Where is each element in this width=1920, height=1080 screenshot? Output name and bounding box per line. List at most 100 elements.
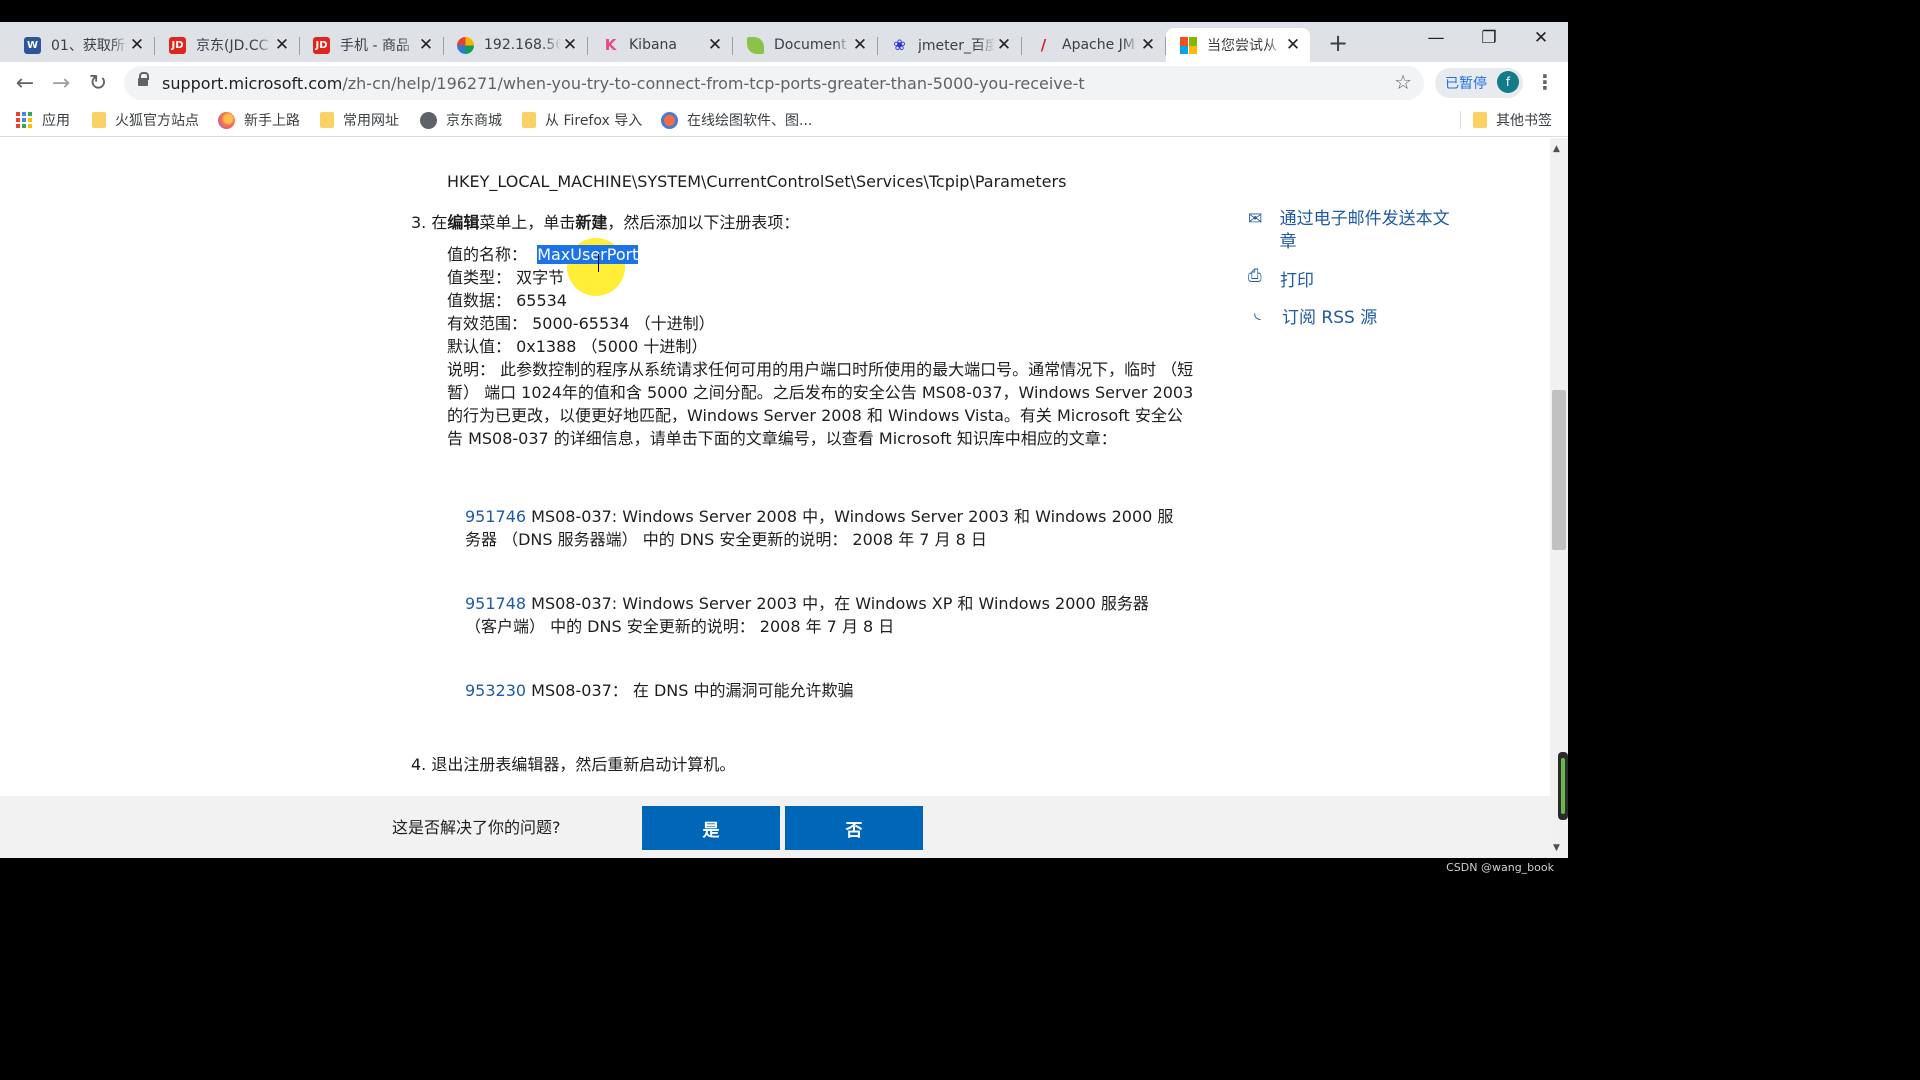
reload-icon: ↻ — [88, 70, 108, 96]
more-menu-icon[interactable]: ⋮ — [1535, 70, 1555, 94]
close-tab-icon[interactable]: ✕ — [1284, 35, 1302, 55]
word-icon: W — [24, 36, 41, 54]
bookmark-firefox-site[interactable]: 火狐官方站点 — [92, 110, 199, 130]
avatar: f — [1497, 71, 1519, 93]
tab-6[interactable]: Document ✕ — [733, 28, 878, 62]
profile-paused-button[interactable]: 已暂停 f — [1435, 68, 1523, 98]
tab-title: Document — [774, 37, 847, 53]
default-value-line: 默认值： 0x1388 （5000 十进制） — [447, 337, 708, 356]
email-article-link[interactable]: ✉ 通过电子邮件发送本文章 — [1248, 208, 1463, 254]
close-tab-icon[interactable]: ✕ — [851, 35, 869, 55]
step3-text: ，然后添加以下注册表项： — [607, 213, 800, 232]
selected-value-name[interactable]: MaxUserPort — [537, 245, 639, 264]
tab-3[interactable]: JD 手机 - 商品 ✕ — [299, 28, 444, 62]
tab-4[interactable]: 192.168.56 ✕ — [443, 28, 588, 62]
valid-range-line: 有效范围： 5000-65534 （十进制） — [447, 314, 715, 333]
bookmark-online-drawing[interactable]: 在线绘图软件、图... — [661, 110, 812, 130]
scroll-up-arrow-icon[interactable]: ▲ — [1553, 144, 1560, 154]
minimize-button[interactable]: — — [1421, 28, 1451, 48]
tab-1[interactable]: W 01、获取所 ✕ — [10, 28, 155, 62]
bookmark-getting-started[interactable]: 新手上路 — [218, 110, 300, 130]
address-bar[interactable]: support.microsoft.com/zh-cn/help/196271/… — [124, 66, 1424, 100]
kb-reference: 953230 MS08-037： 在 DNS 中的漏洞可能允许欺骗 — [465, 679, 1185, 702]
bookmark-star-icon[interactable]: ☆ — [1394, 70, 1412, 94]
kb-title: MS08-037: Windows Server 2008 中，Windows … — [465, 507, 1174, 549]
close-tab-icon[interactable]: ✕ — [273, 35, 291, 55]
leaf-icon — [747, 36, 764, 54]
tab-7[interactable]: ❀ jmeter_百度 ✕ — [877, 28, 1022, 62]
recording-border-top — [0, 0, 1568, 22]
back-button[interactable]: ← — [10, 68, 40, 98]
side-widget — [1558, 752, 1568, 820]
url-text[interactable]: support.microsoft.com/zh-cn/help/196271/… — [162, 74, 1085, 93]
watermark: CSDN @wang_book — [1446, 861, 1554, 874]
reload-button[interactable]: ↻ — [83, 68, 113, 98]
no-button[interactable]: 否 — [785, 806, 923, 850]
bookmark-label: 从 Firefox 导入 — [545, 113, 643, 129]
bookmark-firefox-import[interactable]: 从 Firefox 导入 — [522, 110, 642, 130]
bookmark-common-sites[interactable]: 常用网址 — [320, 110, 399, 130]
print-link[interactable]: ⎙ 打印 — [1248, 266, 1314, 291]
tab-9[interactable]: 当您尝试从 ✕ — [1166, 28, 1310, 62]
step-4: 4. 退出注册表编辑器，然后重新启动计算机。 — [411, 755, 736, 774]
yes-button[interactable]: 是 — [642, 806, 780, 850]
bookmark-label: 火狐官方站点 — [115, 113, 199, 129]
step3-text: 3. 在 — [411, 213, 448, 232]
restore-button[interactable]: ❐ — [1474, 28, 1504, 48]
kb-title: MS08-037： 在 DNS 中的漏洞可能允许欺骗 — [526, 681, 854, 700]
tab-title: Apache JM — [1062, 37, 1135, 53]
bookmark-jd-mall[interactable]: 京东商城 — [420, 110, 502, 130]
description: 说明： 此参数控制的程序从系统请求任何可用的用户端口时所使用的最大端口号。通常情… — [447, 360, 1194, 448]
edge-globe-icon — [457, 36, 474, 54]
jd-icon: JD — [169, 36, 186, 54]
bookmark-label: 新手上路 — [244, 113, 300, 129]
tab-title: 京东(JD.CC — [196, 38, 269, 54]
value-data-line: 值数据： 65534 — [447, 291, 567, 310]
kb-link[interactable]: 953230 — [465, 681, 526, 700]
rss-link[interactable]: ◟ 订阅 RSS 源 — [1254, 303, 1377, 328]
kb-reference: 951746 MS08-037: Windows Server 2008 中，W… — [465, 505, 1185, 551]
bookmark-divider — [1460, 111, 1461, 129]
bookmark-label: 常用网址 — [343, 113, 399, 129]
tab-title: 192.168.56 — [484, 37, 561, 53]
recording-border-bottom — [0, 858, 1568, 882]
rss-label: 订阅 RSS 源 — [1282, 308, 1378, 328]
close-tab-icon[interactable]: ✕ — [1139, 35, 1157, 55]
feedback-question: 这是否解决了你的问题? — [392, 818, 561, 837]
close-tab-icon[interactable]: ✕ — [561, 35, 579, 55]
close-tab-icon[interactable]: ✕ — [128, 35, 146, 55]
window-close-button[interactable]: ✕ — [1526, 28, 1556, 48]
forward-button[interactable]: → — [46, 68, 76, 98]
step3-new: 新建 — [575, 213, 608, 232]
kb-title: MS08-037: Windows Server 2003 中，在 Window… — [465, 594, 1149, 636]
new-tab-button[interactable]: + — [1326, 29, 1350, 57]
tab-5[interactable]: K Kibana ✕ — [588, 28, 733, 62]
scrollbar-thumb[interactable] — [1552, 390, 1566, 550]
kb-link[interactable]: 951748 — [465, 594, 526, 613]
step3-edit-menu: 编辑 — [447, 213, 480, 232]
kibana-icon: K — [604, 36, 617, 54]
bookmark-other[interactable]: 其他书签 — [1460, 110, 1552, 130]
firefox-icon — [218, 111, 235, 129]
close-tab-icon[interactable]: ✕ — [417, 35, 435, 55]
step-3: 3. 在编辑菜单上，单击新建，然后添加以下注册表项： — [411, 211, 799, 234]
folder-icon — [522, 112, 536, 128]
tab-title: jmeter_百度 — [918, 38, 995, 54]
feedback-bar: 这是否解决了你的问题? 是 否 — [0, 796, 1550, 858]
tab-8[interactable]: / Apache JM ✕ — [1021, 28, 1166, 62]
tab-title: 当您尝试从 — [1207, 38, 1277, 54]
tab-title: 01、获取所 — [51, 38, 125, 54]
bookmark-apps[interactable]: 应用 — [16, 110, 70, 130]
baidu-paw-icon: ❀ — [893, 36, 906, 54]
apps-grid-icon — [16, 111, 33, 129]
close-tab-icon[interactable]: ✕ — [706, 35, 724, 55]
envelope-icon: ✉ — [1248, 209, 1263, 229]
kb-link[interactable]: 951746 — [465, 507, 526, 526]
close-tab-icon[interactable]: ✕ — [995, 35, 1013, 55]
bookmark-label: 京东商城 — [446, 113, 502, 129]
lock-icon — [138, 72, 149, 89]
value-name-label: 值的名称： — [447, 245, 528, 264]
value-type-line: 值类型： 双字节 — [447, 268, 565, 287]
tab-2[interactable]: JD 京东(JD.CC ✕ — [155, 28, 300, 62]
scroll-down-arrow-icon[interactable]: ▼ — [1553, 843, 1560, 853]
